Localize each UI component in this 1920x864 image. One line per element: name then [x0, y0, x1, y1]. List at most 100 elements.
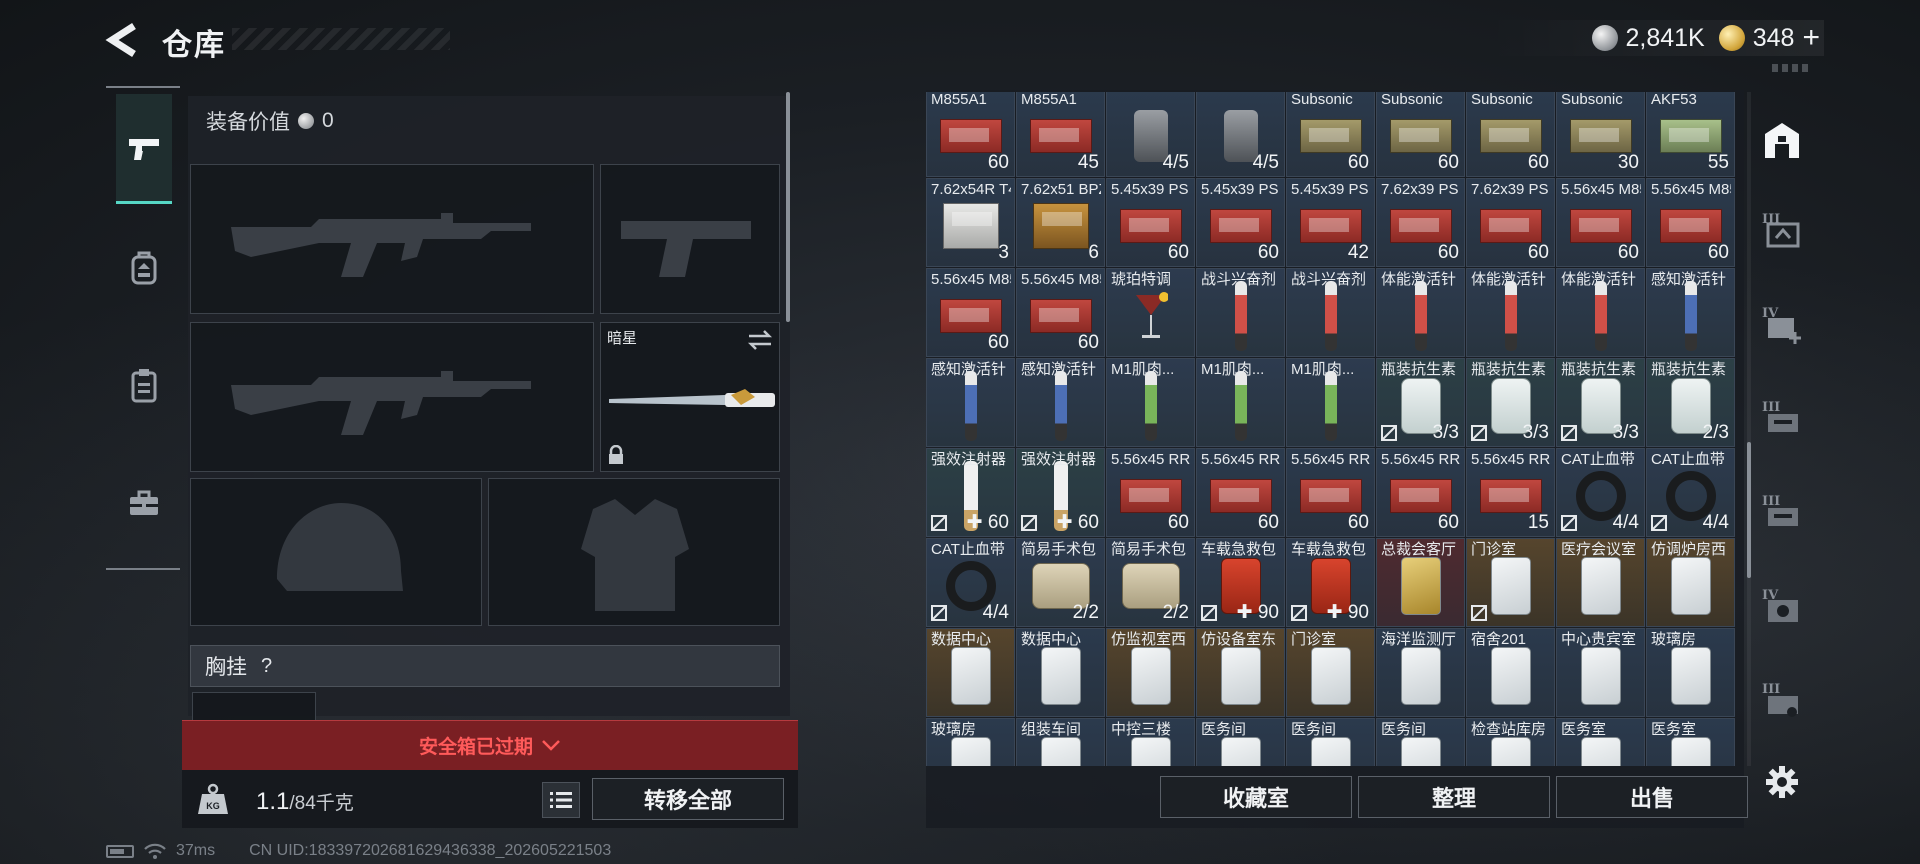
inventory-item[interactable]: 宿舍201	[1466, 628, 1555, 717]
inventory-item[interactable]: 5.45x39 PS 60	[1196, 178, 1285, 267]
settings-button[interactable]	[1758, 758, 1806, 806]
swap-icon[interactable]	[747, 329, 773, 351]
inventory-item[interactable]: 体能激活针	[1466, 268, 1555, 357]
category-backpack[interactable]	[116, 212, 172, 322]
inventory-item[interactable]: 仿监视室西	[1106, 628, 1195, 717]
inventory-item[interactable]: M855A1 60	[926, 92, 1015, 177]
inventory-item[interactable]: 中心贵宾室	[1556, 628, 1645, 717]
inventory-item[interactable]: 感知激活针	[926, 358, 1015, 447]
inventory-item[interactable]: 中控三楼	[1106, 718, 1195, 766]
inventory-item[interactable]: 车载急救包 ✚ 90	[1196, 538, 1285, 627]
inventory-item[interactable]: 瓶装抗生素 2/3	[1646, 358, 1735, 447]
melee-slot[interactable]: 暗星	[600, 322, 780, 472]
collection-room-button[interactable]: 收藏室	[1160, 776, 1352, 818]
inventory-item[interactable]: Subsonic 60	[1376, 92, 1465, 177]
add-currency-button[interactable]: +	[1802, 21, 1820, 55]
inventory-item[interactable]: 医务室	[1646, 718, 1735, 766]
inventory-item[interactable]: 门诊室	[1286, 628, 1375, 717]
home-base-button[interactable]	[1758, 116, 1806, 164]
inventory-item[interactable]: CAT止血带 4/4	[1646, 448, 1735, 537]
inventory-item[interactable]: 瓶装抗生素 3/3	[1556, 358, 1645, 447]
inventory-item[interactable]: 医务间	[1286, 718, 1375, 766]
inventory-item[interactable]: 5.56x45 RRLP 60	[1286, 448, 1375, 537]
transfer-all-button[interactable]: 转移全部	[592, 778, 784, 820]
storage-case-4[interactable]: III	[1758, 492, 1806, 540]
inventory-item[interactable]: 5.56x45 M855 60	[1556, 178, 1645, 267]
inventory-item[interactable]: 5.56x45 RRLP 60	[1376, 448, 1465, 537]
inventory-item[interactable]: M855A1 45	[1016, 92, 1105, 177]
storage-case-1[interactable]: III	[1758, 210, 1806, 258]
inventory-item[interactable]: 医务室	[1556, 718, 1645, 766]
inventory-item[interactable]: 海洋监测厅	[1376, 628, 1465, 717]
back-button[interactable]	[104, 22, 140, 58]
inventory-item[interactable]: 感知激活针	[1646, 268, 1735, 357]
inventory-item[interactable]: 瓶装抗生素 3/3	[1376, 358, 1465, 447]
inventory-item[interactable]: M1肌肉...	[1196, 358, 1285, 447]
inventory-item[interactable]: 体能激活针	[1556, 268, 1645, 357]
inventory-item[interactable]: 琥珀特调	[1106, 268, 1195, 357]
help-icon[interactable]: ?	[261, 655, 272, 678]
inventory-item[interactable]: 医务间	[1196, 718, 1285, 766]
inventory-item[interactable]: 组装车间	[1016, 718, 1105, 766]
armor-slot[interactable]	[488, 478, 780, 626]
inventory-item[interactable]: 5.45x39 PS 42	[1286, 178, 1375, 267]
inventory-item[interactable]: 5.56x45 M855 60	[1016, 268, 1105, 357]
sidearm-slot[interactable]	[600, 164, 780, 314]
inventory-item[interactable]: 瓶装抗生素 3/3	[1466, 358, 1555, 447]
inventory-item[interactable]: Subsonic 60	[1286, 92, 1375, 177]
inventory-item[interactable]: M1肌肉...	[1106, 358, 1195, 447]
inventory-item[interactable]: 5.56x45 M855 60	[1646, 178, 1735, 267]
inventory-item[interactable]: 玻璃房	[926, 718, 1015, 766]
storage-case-5[interactable]: IV	[1758, 586, 1806, 634]
secondary-weapon-slot[interactable]	[190, 322, 594, 472]
inventory-item[interactable]: 车载急救包 ✚ 90	[1286, 538, 1375, 627]
inventory-item[interactable]: 数据中心	[926, 628, 1015, 717]
inventory-item[interactable]: 5.56x45 RRLP 60	[1106, 448, 1195, 537]
inventory-item[interactable]: 5.56x45 RRLP 60	[1196, 448, 1285, 537]
inventory-item[interactable]: 体能激活针	[1376, 268, 1465, 357]
inventory-item[interactable]: 4/5	[1106, 92, 1195, 177]
chest-rig-slot[interactable]	[192, 692, 316, 722]
category-clipboard[interactable]	[116, 330, 172, 440]
inventory-item[interactable]: 7.62x51 BPZ 6	[1016, 178, 1105, 267]
inventory-item[interactable]: 医疗会议室	[1556, 538, 1645, 627]
safebox-expired-banner[interactable]: 安全箱已过期	[182, 720, 798, 770]
inventory-item[interactable]: 强效注射器 ✚ 60	[1016, 448, 1105, 537]
inventory-item[interactable]: 5.45x39 PS 60	[1106, 178, 1195, 267]
inventory-item[interactable]: 7.62x39 PS 60	[1376, 178, 1465, 267]
sort-button[interactable]: 整理	[1358, 776, 1550, 818]
primary-weapon-slot[interactable]	[190, 164, 594, 314]
inventory-item[interactable]: 4/5	[1196, 92, 1285, 177]
inventory-item[interactable]: 医务间	[1376, 718, 1465, 766]
inventory-item[interactable]: Subsonic 30	[1556, 92, 1645, 177]
inventory-item[interactable]: 简易手术包 2/2	[1016, 538, 1105, 627]
storage-case-2[interactable]: IV	[1758, 304, 1806, 352]
inventory-item[interactable]: 总裁会客厅	[1376, 538, 1465, 627]
inventory-item[interactable]: 7.62x39 PS 60	[1466, 178, 1555, 267]
inventory-item[interactable]: M1肌肉...	[1286, 358, 1375, 447]
inventory-item[interactable]: 战斗兴奋剂	[1196, 268, 1285, 357]
inventory-item[interactable]: 门诊室	[1466, 538, 1555, 627]
inventory-item[interactable]: 玻璃房	[1646, 628, 1735, 717]
inventory-item[interactable]: AKF53 55	[1646, 92, 1735, 177]
storage-case-6[interactable]: III	[1758, 680, 1806, 728]
equipment-scrollbar[interactable]	[786, 92, 790, 322]
inventory-item[interactable]: 5.56x45 M855 60	[926, 268, 1015, 357]
list-view-button[interactable]	[542, 782, 580, 818]
inventory-item[interactable]: 检查站库房	[1466, 718, 1555, 766]
category-toolbox[interactable]	[116, 448, 172, 558]
sell-button[interactable]: 出售	[1556, 776, 1748, 818]
inventory-item[interactable]: 感知激活针	[1016, 358, 1105, 447]
inventory-item[interactable]: 战斗兴奋剂	[1286, 268, 1375, 357]
inventory-item[interactable]: 数据中心	[1016, 628, 1105, 717]
inventory-item[interactable]: 强效注射器 ✚ 60	[926, 448, 1015, 537]
inventory-item[interactable]: 5.56x45 RRLP 15	[1466, 448, 1555, 537]
inventory-item[interactable]: CAT止血带 4/4	[1556, 448, 1645, 537]
inventory-viewport[interactable]: M855A1 60 M855A1 45 4/5 4/5 Subsonic 60 Subsonic…	[926, 92, 1740, 766]
inventory-item[interactable]: CAT止血带 4/4	[926, 538, 1015, 627]
inventory-item[interactable]: 简易手术包 2/2	[1106, 538, 1195, 627]
category-weapons[interactable]	[116, 94, 172, 204]
inventory-item[interactable]: 仿调炉房西	[1646, 538, 1735, 627]
inventory-item[interactable]: Subsonic 60	[1466, 92, 1555, 177]
helmet-slot[interactable]	[190, 478, 482, 626]
